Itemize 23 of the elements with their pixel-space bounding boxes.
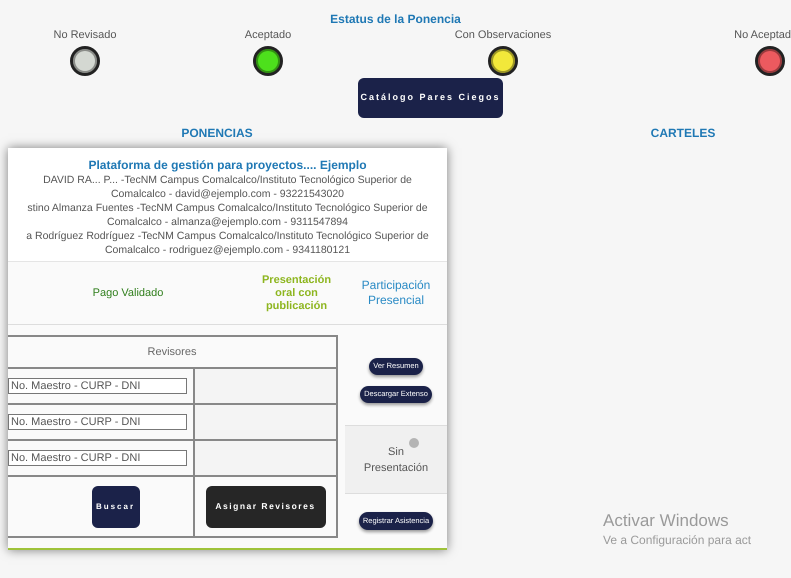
paper-title: Plataforma de gestión para proyectos.... Ejemplo [88,158,367,173]
column-header: Revisores [148,344,196,360]
assign-button[interactable]: Asignar Revisores [206,486,326,528]
attendance-status: Sin Presentación [362,444,430,476]
catalog-button[interactable]: Catálogo Pares Ciegos [358,78,503,118]
payment-status: Pago Validado [92,286,164,301]
status-label: Con Observaciones [454,28,552,42]
reviewer-id-field[interactable]: No. Maestro - CURP - DNI [8,450,187,466]
search-button[interactable]: Buscar [92,486,140,528]
author-line: a Rodríguez Rodríguez -TecNM Campus Comalcalco/Instituto Tecnológico Superior de Comalcalco - rodriguez@ejemplo.com - 9341180121 [25,229,430,257]
reviewer-id-field[interactable]: No. Maestro - CURP - DNI [8,378,187,394]
participation-type: Participación Presencial [360,278,432,308]
author-line: DAVID RA... P... -TecNM Campus Comalcalco/Instituto Tecnológico Superior de Comalcalco - david@ejemplo.com - 93221543020 [42,173,413,201]
activation-title: Activar Windows [603,510,730,532]
status-label: No Aceptad [734,28,791,42]
status-label: No Revisado [54,28,116,42]
status-label: Aceptado [244,28,292,42]
reviewer-id-field[interactable]: No. Maestro - CURP - DNI [8,414,187,430]
section-heading[interactable]: PONENCIAS [181,124,253,142]
presentation-type: Presentación oral con publicación [260,274,332,312]
legend-title: Estatus de la Ponencia [330,11,461,28]
section-heading[interactable]: CARTELES [650,124,716,142]
activation-message: Ve a Configuración para act [603,532,752,548]
